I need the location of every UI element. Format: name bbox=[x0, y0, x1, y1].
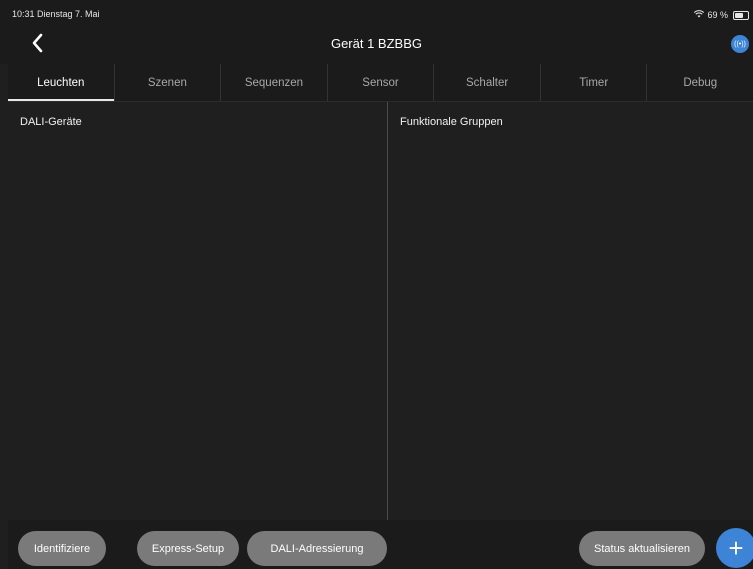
nav-bar: Gerät 1 BZBBG ((•)) bbox=[0, 22, 753, 64]
battery-percent: 69 % bbox=[707, 9, 728, 20]
status-update-button[interactable]: Status aktualisieren bbox=[579, 531, 705, 566]
battery-fill bbox=[735, 12, 744, 18]
tab-schalter[interactable]: Schalter bbox=[433, 64, 540, 101]
dali-devices-title: DALI-Geräte bbox=[20, 116, 82, 128]
tab-sequenzen[interactable]: Sequenzen bbox=[220, 64, 327, 101]
tab-leuchten[interactable]: Leuchten bbox=[8, 64, 114, 101]
express-setup-button[interactable]: Express-Setup bbox=[137, 531, 239, 566]
battery-icon bbox=[733, 10, 749, 20]
page-title: Gerät 1 BZBBG bbox=[330, 36, 423, 51]
dali-addressing-button[interactable]: DALI-Adressierung bbox=[247, 531, 387, 566]
broadcast-icon: ((•)) bbox=[734, 40, 746, 48]
bottom-toolbar: Identifiziere Express-Setup DALI-Adressi… bbox=[8, 520, 753, 569]
dali-devices-panel: DALI-Geräte bbox=[8, 102, 388, 521]
wifi-icon bbox=[694, 10, 705, 20]
tab-szenen[interactable]: Szenen bbox=[113, 64, 221, 101]
content-area: DALI-Geräte Funktionale Gruppen bbox=[8, 101, 753, 521]
status-right: 69 % bbox=[694, 10, 749, 20]
status-time-date: 10:31 Dienstag 7. Mai bbox=[12, 9, 100, 19]
tab-bar: Leuchten Szenen Sequenzen Sensor Schalte… bbox=[8, 64, 753, 101]
tab-debug[interactable]: Debug bbox=[646, 64, 753, 101]
plus-icon: + bbox=[728, 532, 744, 563]
functional-groups-panel: Funktionale Gruppen bbox=[388, 102, 753, 521]
identify-button[interactable]: Identifiziere bbox=[18, 531, 106, 566]
status-bar: 10:31 Dienstag 7. Mai 69 % bbox=[0, 0, 753, 22]
connect-button[interactable]: ((•)) bbox=[731, 35, 749, 53]
tab-sensor[interactable]: Sensor bbox=[326, 64, 434, 101]
tab-timer[interactable]: Timer bbox=[539, 64, 647, 101]
add-button[interactable]: + bbox=[716, 528, 753, 568]
functional-groups-title: Funktionale Gruppen bbox=[400, 116, 503, 128]
